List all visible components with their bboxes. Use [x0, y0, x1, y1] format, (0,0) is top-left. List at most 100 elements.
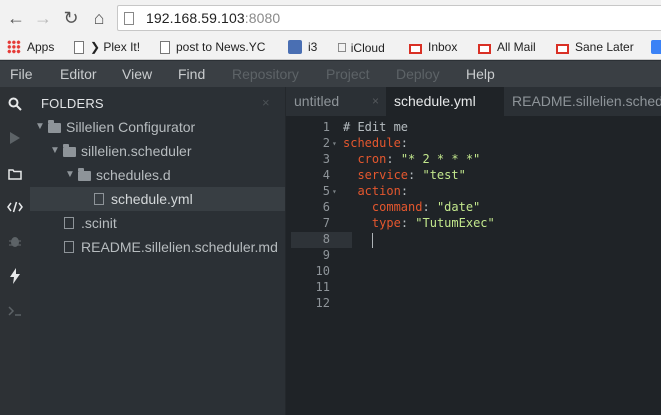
tree-item-sillelien-configurator[interactable]: ▼ Sillelien Configurator	[30, 115, 285, 139]
code-editor[interactable]: 1 # Edit me 2 ▾ schedule: 3 cron: "* 2 * * *"…	[286, 116, 661, 415]
code-line: action:	[343, 184, 408, 198]
bookmark-label: post to News.YC	[176, 40, 266, 54]
debug-icon[interactable]	[0, 234, 30, 251]
code-line: schedule:	[343, 136, 408, 150]
apple-icon: 	[337, 40, 347, 55]
code-token: type	[371, 216, 401, 230]
chevron-down-icon[interactable]: ▼	[35, 115, 45, 139]
bookmark-overflow[interactable]	[651, 39, 661, 56]
code-token: "* 2 * * *"	[400, 152, 481, 166]
fold-chevron-icon[interactable]: ▾	[332, 139, 337, 148]
fold-chevron-icon[interactable]: ▾	[332, 187, 337, 196]
bookmark-label: Apps	[27, 40, 55, 54]
file-icon	[94, 187, 104, 211]
tree-item-label: sillelien.scheduler	[81, 143, 192, 159]
code-token: schedule	[343, 136, 401, 150]
tab-label: schedule.yml	[394, 93, 476, 109]
bookmark-plex-it[interactable]: ❯ Plex It!	[74, 39, 140, 56]
bookmark-apps[interactable]: Apps	[7, 39, 54, 56]
sidebar-close-icon[interactable]: ×	[262, 95, 270, 110]
text-cursor	[372, 233, 373, 248]
power-icon[interactable]	[0, 268, 30, 287]
bookmark-icon	[651, 40, 661, 54]
files-icon[interactable]	[0, 167, 30, 183]
terminal-icon[interactable]	[0, 303, 30, 319]
file-icon	[64, 211, 74, 235]
tree-item-sillelien-scheduler[interactable]: ▼ sillelien.scheduler	[30, 139, 285, 163]
bookmark-label: ❯ Plex It!	[90, 40, 141, 54]
back-arrow-icon[interactable]: ←	[5, 7, 27, 29]
tab-readme[interactable]: README.sillelien.scheduler.md	[504, 87, 661, 116]
tree-item-label: Sillelien Configurator	[66, 119, 196, 135]
chevron-down-icon[interactable]: ▼	[65, 163, 75, 187]
tab-label: untitled	[294, 93, 340, 109]
tab-schedule-yml[interactable]: schedule.yml	[386, 87, 504, 116]
tab-close-icon[interactable]: ×	[372, 87, 379, 116]
line-number: 2	[322, 136, 330, 150]
bookmark-label: i3	[308, 40, 318, 54]
page-icon	[160, 41, 170, 54]
address-bar[interactable]: 192.168.59.103:8080	[117, 5, 661, 31]
code-token: "TutumExec"	[415, 216, 495, 230]
code-line: type: "TutumExec"	[343, 216, 495, 230]
code-token: "date"	[436, 200, 481, 214]
activity-bar	[0, 87, 30, 415]
code-token: service	[357, 168, 409, 182]
bookmark-inbox[interactable]: Inbox	[409, 39, 457, 56]
code-line: service: "test"	[343, 168, 466, 182]
menu-view[interactable]: View	[122, 66, 152, 82]
tab-label: README.sillelien.scheduler.md	[512, 93, 661, 109]
tree-item-label: schedules.d	[96, 167, 171, 183]
reload-icon[interactable]: ↻	[60, 7, 82, 29]
line-number: 7	[322, 216, 330, 230]
code-line: # Edit me	[343, 120, 408, 134]
app-menu-bar: File Editor View Find Repository Project…	[0, 61, 661, 87]
menu-help[interactable]: Help	[466, 66, 495, 82]
gmail-icon	[478, 44, 491, 54]
menu-editor[interactable]: Editor	[60, 66, 97, 82]
gmail-icon	[409, 44, 422, 54]
file-icon	[64, 235, 74, 259]
chevron-down-icon[interactable]: ▼	[50, 139, 60, 163]
browser-toolbar: ← → ↻ ⌂ 192.168.59.103:8080	[0, 0, 661, 35]
apps-grid-icon	[7, 40, 21, 54]
code-icon[interactable]	[0, 200, 30, 217]
menu-repository: Repository	[232, 66, 299, 82]
bookmark-all-mail[interactable]: All Mail	[478, 39, 536, 56]
line-number: 12	[315, 296, 330, 310]
bookmark-icloud[interactable]: iCloud	[337, 39, 385, 56]
search-icon[interactable]	[0, 97, 30, 114]
address-url: 192.168.59.103:8080	[146, 10, 280, 26]
bookmark-i3[interactable]: i3	[288, 39, 317, 56]
code-token: :	[408, 168, 423, 182]
code-token: :	[386, 152, 401, 166]
code-token: action	[357, 184, 401, 198]
bookmark-label: iCloud	[341, 41, 385, 55]
tree-item-readme[interactable]: README.sillelien.scheduler.md	[30, 235, 285, 259]
code-token: "test"	[422, 168, 466, 182]
code-token: :	[400, 184, 409, 198]
bookmark-post-to-news-yc[interactable]: post to News.YC	[160, 39, 265, 56]
tab-untitled[interactable]: untitled ×	[286, 87, 386, 116]
folder-icon	[78, 163, 91, 187]
tree-item-label: .scinit	[81, 215, 117, 231]
menu-find[interactable]: Find	[178, 66, 205, 82]
tree-item-schedules-d[interactable]: ▼ schedules.d	[30, 163, 285, 187]
forward-arrow-icon[interactable]: →	[32, 7, 54, 29]
tree-item-schedule-yml[interactable]: schedule.yml	[30, 187, 285, 211]
line-number: 3	[322, 152, 330, 166]
menu-file[interactable]: File	[10, 66, 33, 82]
menu-deploy: Deploy	[396, 66, 440, 82]
home-icon[interactable]: ⌂	[88, 7, 110, 29]
line-number: 11	[315, 280, 330, 294]
run-icon[interactable]	[0, 131, 30, 148]
menu-project: Project	[326, 66, 370, 82]
bookmarks-bar: Apps ❯ Plex It! post to News.YC i3 iClo…	[0, 35, 661, 60]
line-number: 1	[322, 120, 330, 134]
bookmark-sane-later[interactable]: Sane Later	[556, 39, 634, 56]
tree-item-scinit[interactable]: .scinit	[30, 211, 285, 235]
editor-tab-bar: untitled × schedule.yml README.sillelien…	[286, 87, 661, 116]
code-token: :	[400, 136, 409, 150]
page-icon	[124, 12, 134, 25]
folder-icon	[48, 115, 61, 139]
